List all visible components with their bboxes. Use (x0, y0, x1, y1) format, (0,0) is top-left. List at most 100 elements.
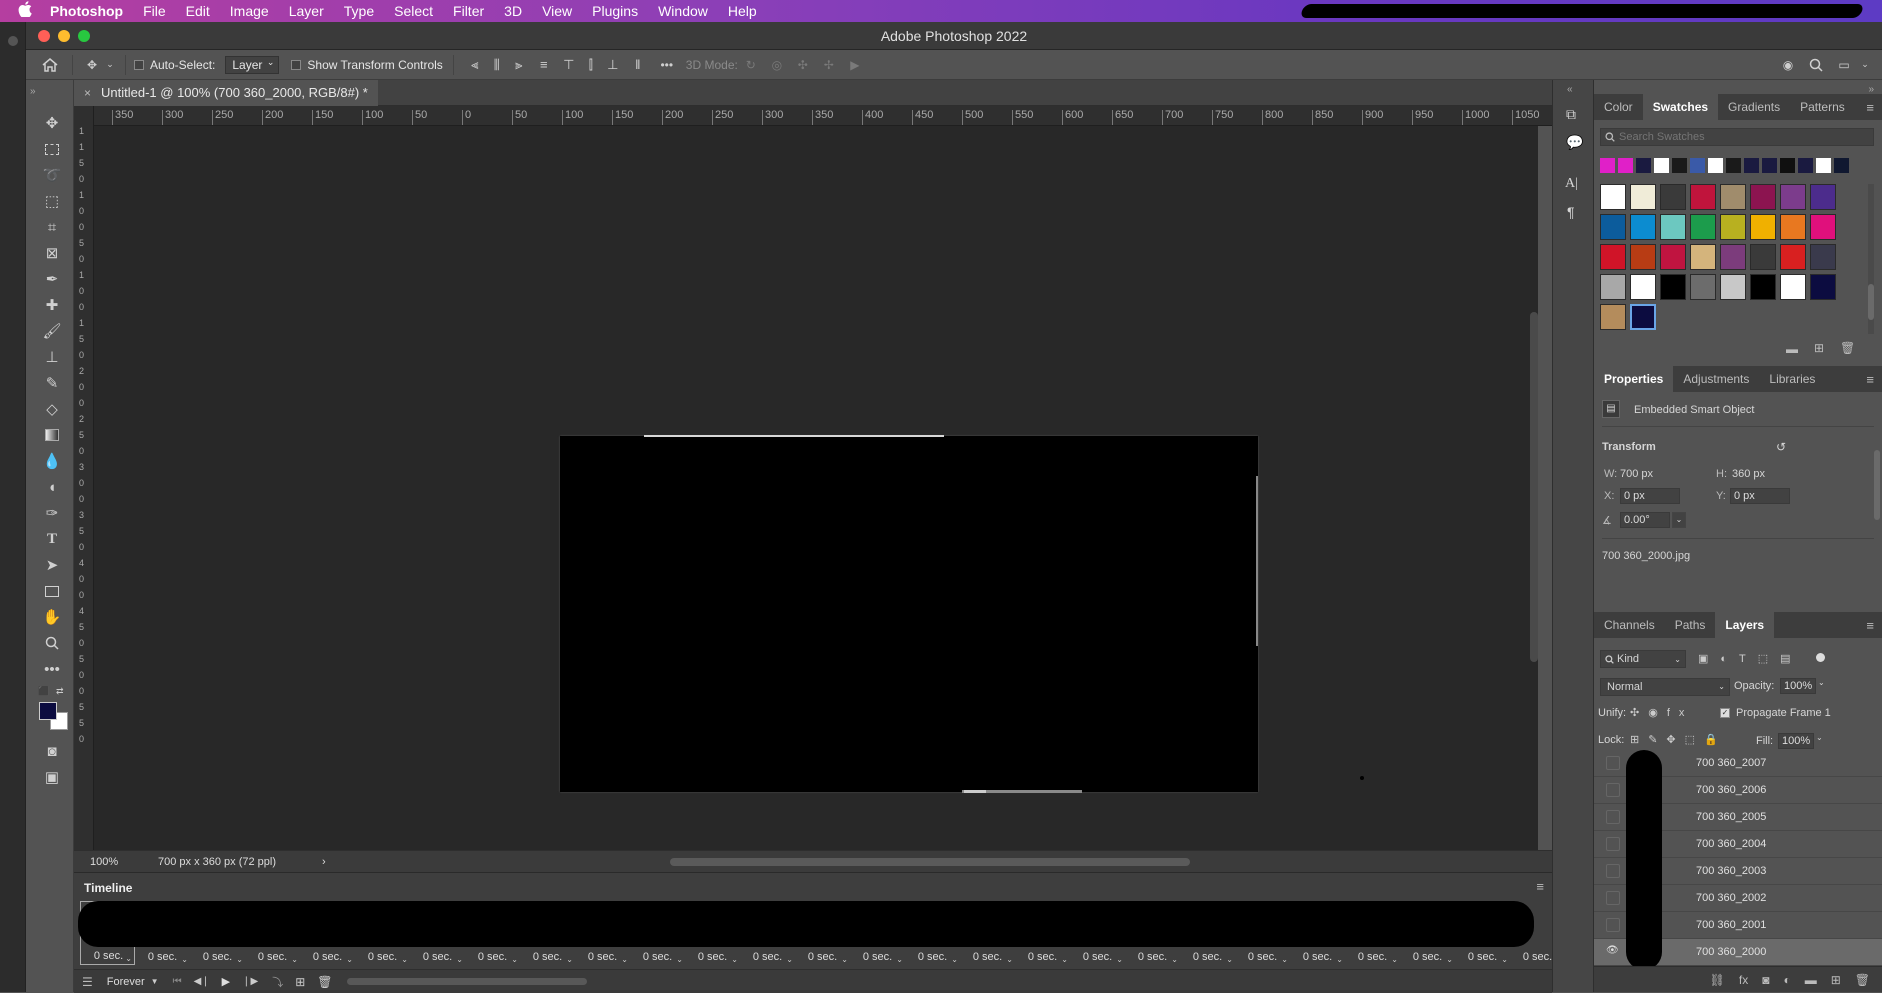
tab-libraries[interactable]: Libraries (1759, 364, 1825, 394)
color-swatch[interactable] (1720, 214, 1746, 240)
color-swatch[interactable] (1630, 304, 1656, 330)
more-options-icon[interactable]: ••• (652, 58, 682, 72)
panel-menu-icon[interactable]: ≡ (1536, 879, 1544, 894)
color-swatch[interactable] (1600, 274, 1626, 300)
recent-swatch[interactable] (1816, 158, 1831, 173)
y-field[interactable]: 0 px (1730, 488, 1790, 504)
foreground-color-swatch[interactable] (39, 702, 57, 720)
blur-tool-icon[interactable]: 💧 (40, 450, 64, 472)
new-layer-icon[interactable]: ⊞ (1831, 973, 1841, 987)
type-tool-icon[interactable]: T (40, 528, 64, 550)
tab-adjustments[interactable]: Adjustments (1673, 364, 1759, 394)
menu-layer[interactable]: Layer (289, 3, 324, 19)
panel-menu-icon[interactable]: ≡ (1866, 100, 1874, 115)
layer-select-dropdown[interactable]: Layer ⌄ (225, 55, 280, 74)
fx-icon[interactable]: fx (1739, 973, 1748, 987)
eye-icon[interactable]: 👁 (1606, 945, 1620, 959)
3d-roll-icon[interactable]: ◎ (764, 58, 790, 72)
pen-tool-icon[interactable]: ✑ (40, 502, 64, 524)
opacity-field[interactable]: 100% (1780, 678, 1816, 694)
lock-icons[interactable]: ⊞✎✥⬚🔒 (1630, 733, 1727, 746)
color-swatch[interactable] (1750, 214, 1776, 240)
character-panel-icon[interactable]: A| (1565, 176, 1578, 192)
tab-patterns[interactable]: Patterns (1790, 92, 1855, 122)
color-swatch[interactable] (1600, 244, 1626, 270)
quick-mask-icon[interactable]: ◙ (40, 740, 64, 762)
color-swatch[interactable] (1600, 184, 1626, 210)
color-swatch[interactable] (1660, 184, 1686, 210)
color-swatch[interactable] (1810, 274, 1836, 300)
visibility-toggle[interactable] (1606, 810, 1620, 824)
recent-swatch[interactable] (1744, 158, 1759, 173)
distribute-vertical-icon[interactable]: ‖ (624, 57, 652, 72)
color-swatch[interactable] (1660, 214, 1686, 240)
color-swatch[interactable] (1810, 184, 1836, 210)
search-icon[interactable] (1802, 58, 1830, 72)
brush-tool-icon[interactable]: 🖌 (40, 320, 64, 342)
adjustment-layer-icon[interactable]: ◐ (1783, 973, 1790, 987)
previous-frame-icon[interactable]: ◀❘ (194, 976, 210, 987)
fill-field[interactable]: 100% (1778, 733, 1814, 749)
delete-swatch-icon[interactable]: 🗑 (1840, 341, 1855, 355)
x-field[interactable]: 0 px (1620, 488, 1680, 504)
rectangle-tool-icon[interactable] (40, 580, 64, 602)
layer-filter-icons[interactable]: ▣◐T⬚▤ (1698, 652, 1803, 665)
maximize-window-button[interactable] (78, 30, 90, 42)
menu-filter[interactable]: Filter (453, 3, 484, 19)
history-brush-icon[interactable]: ✎ (40, 372, 64, 394)
color-swatch[interactable] (1690, 244, 1716, 270)
chevron-down-icon[interactable]: ⌄ (103, 59, 117, 70)
distribute-icon[interactable]: ≡ (530, 57, 558, 72)
color-swatch[interactable] (1630, 274, 1656, 300)
menu-edit[interactable]: Edit (186, 3, 210, 19)
convert-frames-icon[interactable]: ☰ (82, 975, 93, 989)
recent-swatch[interactable] (1726, 158, 1741, 173)
tab-layers[interactable]: Layers (1715, 610, 1775, 640)
color-swatch[interactable] (1720, 184, 1746, 210)
color-swatch[interactable] (1690, 184, 1716, 210)
auto-select-checkbox[interactable] (134, 59, 144, 70)
properties-scrollbar[interactable] (1874, 450, 1880, 520)
delete-layer-icon[interactable]: 🗑 (1855, 973, 1870, 987)
minimize-window-button[interactable] (58, 30, 70, 42)
zoom-level[interactable]: 100% (90, 856, 146, 868)
swatches-search[interactable] (1600, 128, 1874, 146)
visibility-toggle[interactable] (1606, 783, 1620, 797)
visibility-toggle[interactable] (1606, 756, 1620, 770)
next-frame-icon[interactable]: ❘▶ (242, 976, 258, 987)
color-swatch[interactable] (1810, 244, 1836, 270)
screen-mode-icon[interactable]: ▣ (40, 766, 64, 788)
color-swatch[interactable] (1750, 184, 1776, 210)
chevron-down-icon[interactable]: ⌄ (1672, 512, 1686, 528)
first-frame-icon[interactable]: ⏮ (173, 976, 182, 987)
status-expand-arrow[interactable]: › (322, 856, 326, 868)
menu-select[interactable]: Select (394, 3, 433, 19)
3d-slide-icon[interactable]: ✢ (816, 58, 842, 72)
color-swatch[interactable] (1690, 274, 1716, 300)
dodge-tool-icon[interactable]: ◖ (40, 476, 64, 498)
move-tool-icon[interactable]: ✥ (81, 58, 103, 72)
recent-swatch[interactable] (1762, 158, 1777, 173)
visibility-toggle[interactable] (1606, 864, 1620, 878)
reset-transform-icon[interactable]: ↺ (1776, 440, 1786, 454)
healing-brush-icon[interactable]: ✚ (40, 294, 64, 316)
swap-colors-icon[interactable]: ⇄ (56, 686, 64, 697)
align-left-icon[interactable]: ⫷ (464, 57, 486, 73)
home-icon[interactable] (36, 57, 64, 72)
color-swatch[interactable] (1780, 244, 1806, 270)
color-swatch[interactable] (1780, 274, 1806, 300)
paragraph-panel-icon[interactable]: ¶ (1567, 204, 1575, 220)
recent-swatch[interactable] (1636, 158, 1651, 173)
menu-type[interactable]: Type (344, 3, 374, 19)
eraser-tool-icon[interactable]: ◇ (40, 398, 64, 420)
recent-swatch[interactable] (1690, 158, 1705, 173)
align-bottom-icon[interactable]: ⊥ (602, 57, 624, 73)
menu-view[interactable]: View (542, 3, 572, 19)
crop-tool-icon[interactable]: ⌗ (40, 216, 64, 238)
close-icon[interactable]: × (84, 86, 91, 100)
color-swatch[interactable] (1630, 214, 1656, 240)
color-swatch[interactable] (1660, 244, 1686, 270)
recent-swatch[interactable] (1834, 158, 1849, 173)
unify-icons[interactable]: ✣◉fx (1630, 706, 1693, 719)
menu-file[interactable]: File (143, 3, 166, 19)
